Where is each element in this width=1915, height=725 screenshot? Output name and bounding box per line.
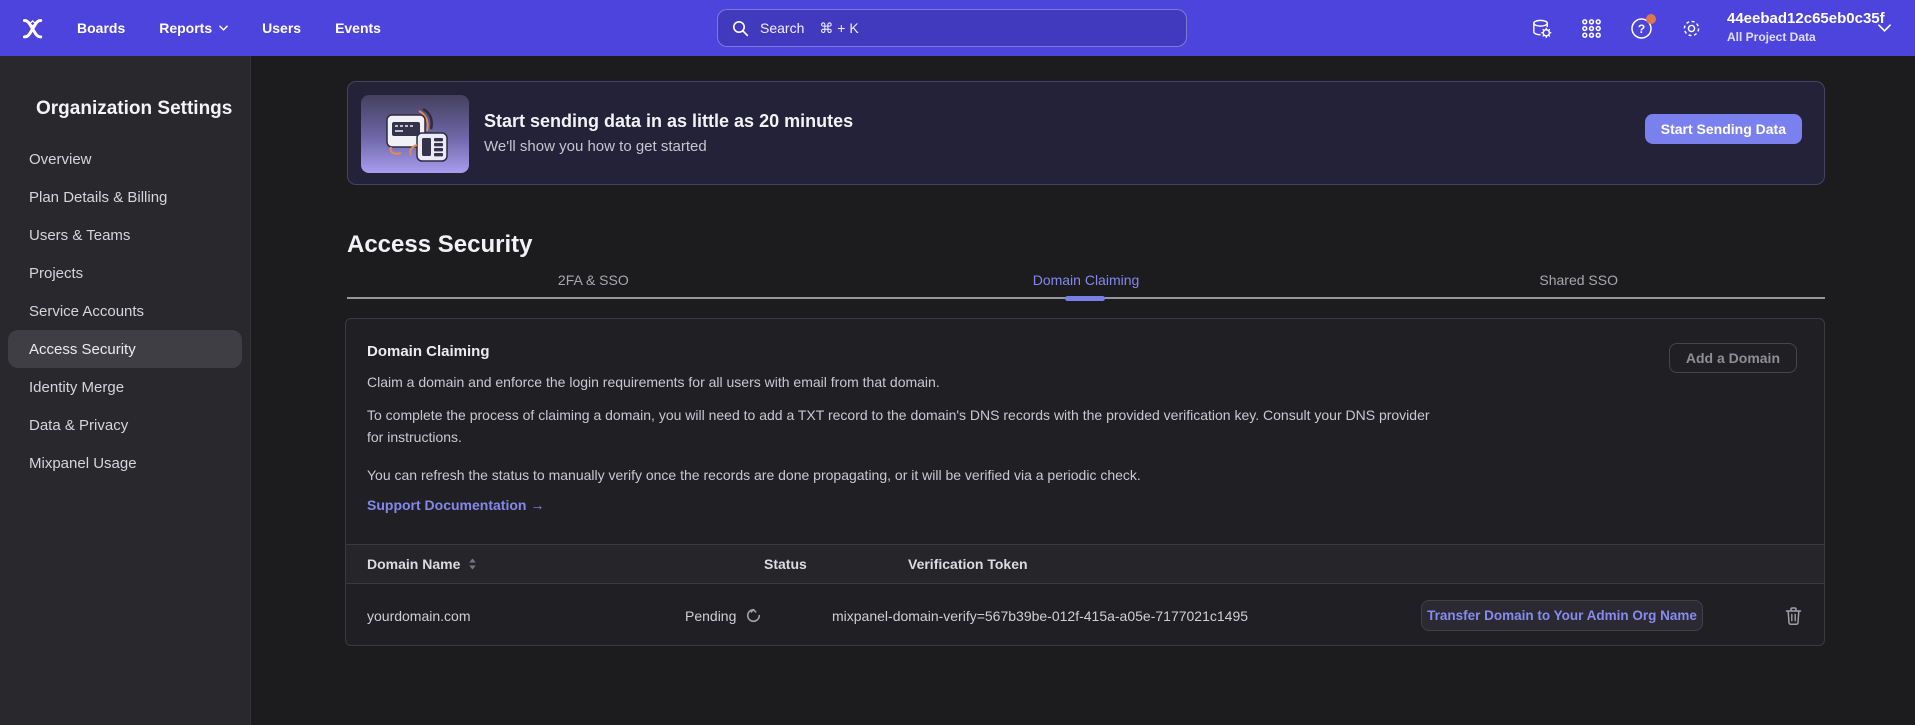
column-label: Verification Token bbox=[908, 556, 1028, 572]
delete-domain-trash-icon[interactable] bbox=[1784, 606, 1803, 626]
sidebar-item-plan-details-billing[interactable]: Plan Details & Billing bbox=[8, 178, 242, 216]
top-navbar: Boards Reports Users Events Search ⌘ + K bbox=[0, 0, 1915, 56]
tab-shared-sso[interactable]: Shared SSO bbox=[1332, 264, 1825, 296]
primary-nav: Boards Reports Users Events bbox=[77, 0, 381, 56]
tab-domain-claiming[interactable]: Domain Claiming bbox=[840, 264, 1333, 296]
search-input[interactable]: Search ⌘ + K bbox=[717, 9, 1187, 47]
nav-item-users[interactable]: Users bbox=[262, 20, 301, 36]
org-switcher[interactable]: 44eebad12c65eb0c35f All Project Data bbox=[1727, 9, 1885, 45]
notification-dot bbox=[1646, 14, 1656, 24]
sidebar-item-data-privacy[interactable]: Data & Privacy bbox=[8, 406, 242, 444]
org-settings-sidebar: Organization Settings Overview Plan Deta… bbox=[0, 56, 251, 725]
domain-claiming-card: Domain Claiming Add a Domain Claim a dom… bbox=[345, 318, 1825, 646]
chevron-down-icon bbox=[219, 25, 228, 31]
search-placeholder: Search bbox=[760, 20, 804, 36]
domain-name-cell: yourdomain.com bbox=[367, 608, 685, 624]
search-icon bbox=[732, 20, 749, 37]
start-sending-data-button[interactable]: Start Sending Data bbox=[1645, 114, 1802, 144]
data-management-icon[interactable] bbox=[1530, 17, 1553, 40]
column-header-verification-token: Verification Token bbox=[832, 556, 1421, 572]
domains-table-header: Domain Name Status Verification Token bbox=[346, 544, 1824, 584]
org-id: 44eebad12c65eb0c35f bbox=[1727, 9, 1885, 29]
svg-text:?: ? bbox=[1638, 22, 1645, 36]
nav-item-boards[interactable]: Boards bbox=[77, 20, 125, 36]
nav-item-label: Events bbox=[335, 20, 381, 36]
org-chevron-down-icon[interactable] bbox=[1878, 24, 1891, 32]
sidebar-item-users-teams[interactable]: Users & Teams bbox=[8, 216, 242, 254]
nav-item-label: Boards bbox=[77, 20, 125, 36]
row-actions-cell: Transfer Domain to Your Admin Org Name bbox=[1421, 600, 1824, 631]
page-title: Access Security bbox=[347, 231, 532, 259]
support-documentation-link[interactable]: Support Documentation → bbox=[367, 497, 544, 513]
nav-item-reports[interactable]: Reports bbox=[159, 20, 228, 36]
tab-2fa-sso[interactable]: 2FA & SSO bbox=[347, 264, 840, 296]
help-icon[interactable]: ? bbox=[1630, 17, 1653, 40]
settings-gear-icon[interactable] bbox=[1680, 17, 1703, 40]
sidebar-item-identity-merge[interactable]: Identity Merge bbox=[8, 368, 242, 406]
banner-text: Start sending data in as little as 20 mi… bbox=[484, 111, 853, 155]
banner-subtitle: We'll show you how to get started bbox=[484, 138, 853, 155]
sort-icon bbox=[468, 558, 477, 570]
domain-table-row: yourdomain.com Pending mixpanel-domain-v… bbox=[346, 585, 1824, 646]
sidebar-item-service-accounts[interactable]: Service Accounts bbox=[8, 292, 242, 330]
card-description-1: Claim a domain and enforce the login req… bbox=[367, 371, 940, 393]
nav-item-label: Reports bbox=[159, 20, 212, 36]
status-cell: Pending bbox=[685, 607, 832, 624]
refresh-status-icon[interactable] bbox=[745, 607, 762, 624]
sidebar-item-access-security[interactable]: Access Security bbox=[8, 330, 242, 368]
active-tab-indicator bbox=[1065, 296, 1105, 301]
nav-item-events[interactable]: Events bbox=[335, 20, 381, 36]
sidebar-item-mixpanel-usage[interactable]: Mixpanel Usage bbox=[8, 444, 242, 482]
card-title: Domain Claiming bbox=[367, 343, 490, 360]
verification-token-cell: mixpanel-domain-verify=567b39be-012f-415… bbox=[832, 608, 1421, 624]
sidebar-title: Organization Settings bbox=[36, 98, 250, 120]
column-header-status: Status bbox=[685, 556, 832, 572]
search-shortcut: ⌘ + K bbox=[819, 20, 858, 37]
org-scope: All Project Data bbox=[1727, 29, 1885, 45]
column-header-domain-name[interactable]: Domain Name bbox=[367, 556, 685, 572]
devices-illustration bbox=[361, 95, 469, 173]
apps-grid-icon[interactable] bbox=[1580, 17, 1603, 40]
sidebar-list: Overview Plan Details & Billing Users & … bbox=[0, 140, 250, 482]
card-description-2: To complete the process of claiming a do… bbox=[367, 404, 1442, 448]
transfer-domain-button[interactable]: Transfer Domain to Your Admin Org Name bbox=[1421, 600, 1703, 631]
sidebar-item-overview[interactable]: Overview bbox=[8, 140, 242, 178]
access-security-tabs: 2FA & SSO Domain Claiming Shared SSO bbox=[347, 264, 1825, 296]
status-badge: Pending bbox=[685, 608, 736, 624]
nav-item-label: Users bbox=[262, 20, 301, 36]
column-label: Status bbox=[764, 556, 807, 572]
column-label: Domain Name bbox=[367, 556, 460, 572]
banner-title: Start sending data in as little as 20 mi… bbox=[484, 111, 853, 132]
navbar-icon-group: ? bbox=[1530, 0, 1703, 56]
mixpanel-app: Boards Reports Users Events Search ⌘ + K bbox=[0, 0, 1915, 725]
add-domain-button[interactable]: Add a Domain bbox=[1669, 343, 1797, 373]
card-description-3: You can refresh the status to manually v… bbox=[367, 464, 1141, 486]
mixpanel-logo[interactable] bbox=[20, 16, 45, 41]
onboarding-banner: Start sending data in as little as 20 mi… bbox=[347, 81, 1825, 185]
sidebar-item-projects[interactable]: Projects bbox=[8, 254, 242, 292]
